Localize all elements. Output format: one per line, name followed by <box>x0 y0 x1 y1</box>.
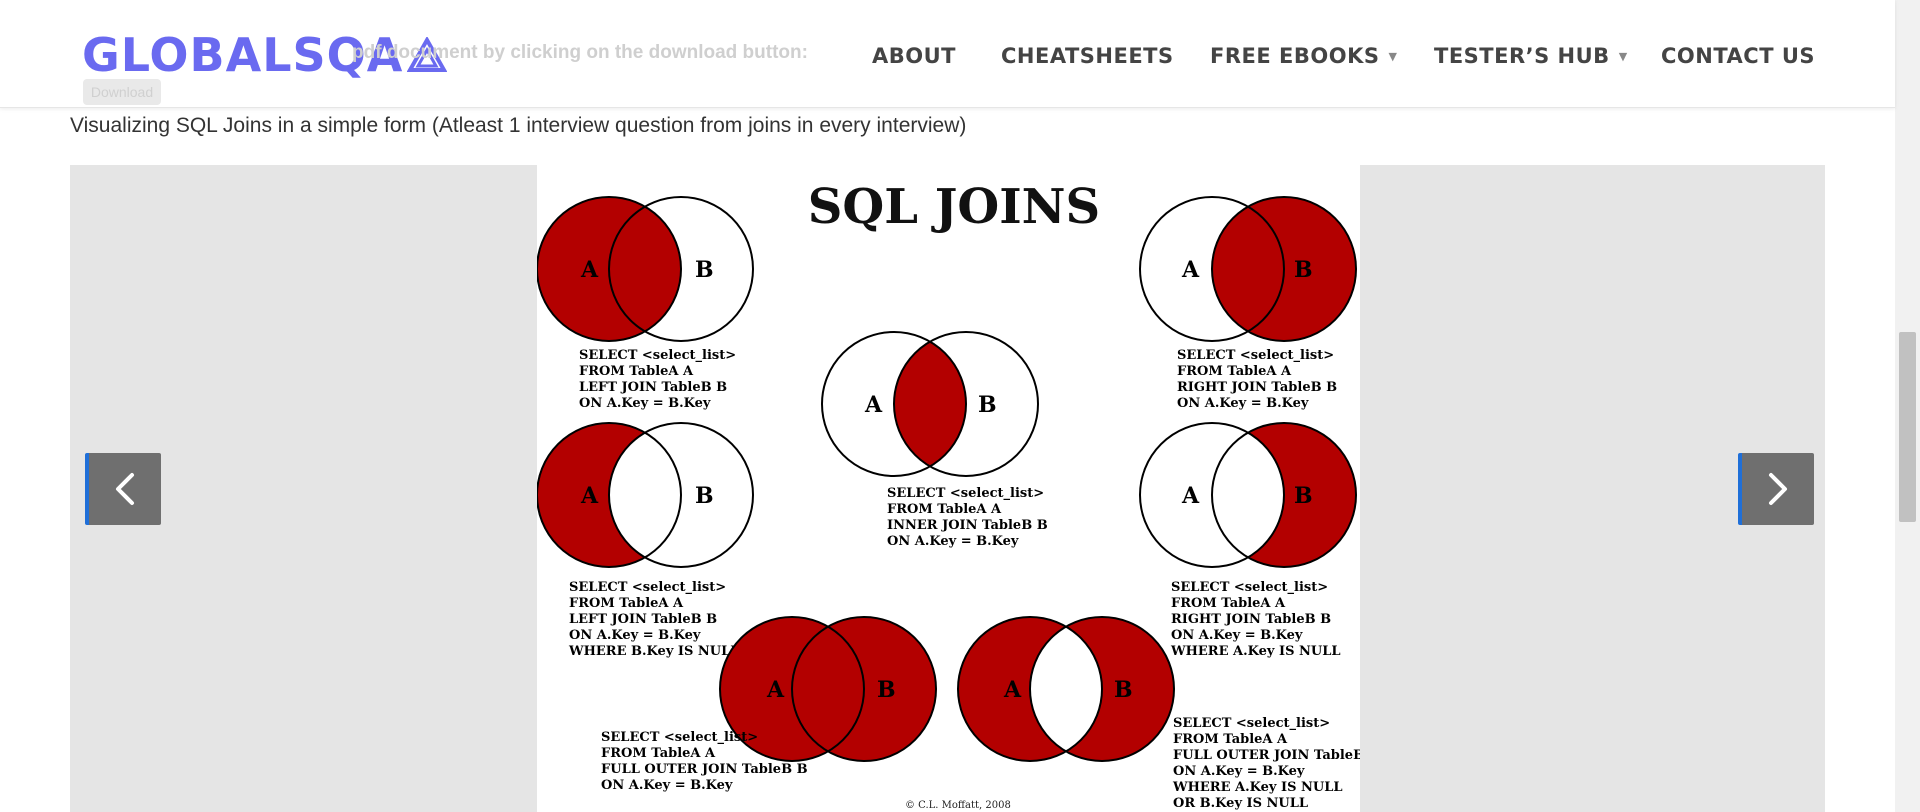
venn-left-join: A B <box>537 196 754 342</box>
svg-text:FROM TableA A: FROM TableA A <box>1177 364 1292 379</box>
sql-right-join: SELECT <select_list> FROM TableA A RIGHT… <box>1177 348 1337 411</box>
slider-prev-button[interactable] <box>85 453 161 525</box>
scrollbar-thumb[interactable] <box>1899 332 1916 522</box>
svg-text:WHERE B.Key IS NULL: WHERE B.Key IS NULL <box>568 644 739 659</box>
chevron-left-icon <box>116 473 134 505</box>
nav-cheatsheets[interactable]: CHEATSHEETS <box>1001 44 1174 68</box>
svg-text:FROM TableA A: FROM TableA A <box>887 502 1002 517</box>
sql-full-exclusive: SELECT <select_list> FROM TableA A FULL … <box>1172 716 1360 811</box>
svg-text:LEFT JOIN TableB B: LEFT JOIN TableB B <box>579 380 727 395</box>
nav-about-label: ABOUT <box>872 44 956 68</box>
venn-left-exclusive: A B <box>537 422 754 568</box>
svg-text:RIGHT JOIN TableB B: RIGHT JOIN TableB B <box>1177 380 1337 395</box>
svg-text:ON A.Key = B.Key: ON A.Key = B.Key <box>1177 396 1309 411</box>
svg-text:SELECT <select_list>: SELECT <select_list> <box>887 486 1044 501</box>
svg-text:SELECT <select_list>: SELECT <select_list> <box>1171 580 1328 595</box>
svg-text:OR B.Key IS NULL: OR B.Key IS NULL <box>1173 796 1308 811</box>
site-header: GLOBALSQA pdf document by clicking on th… <box>0 0 1895 108</box>
svg-text:FULL OUTER JOIN TableB B: FULL OUTER JOIN TableB B <box>601 762 808 777</box>
svg-text:A: A <box>1003 677 1022 703</box>
sql-left-exclusive: SELECT <select_list> FROM TableA A LEFT … <box>568 580 739 659</box>
page-scrollbar[interactable] <box>1895 0 1920 812</box>
nav-testers-hub[interactable]: TESTER’S HUB ▼ <box>1434 44 1628 68</box>
svg-text:FULL OUTER JOIN TableB B: FULL OUTER JOIN TableB B <box>1173 748 1360 763</box>
svg-text:B: B <box>695 257 714 283</box>
slider-next-button[interactable] <box>1738 453 1814 525</box>
svg-text:B: B <box>978 392 997 418</box>
svg-text:WHERE A.Key IS NULL: WHERE A.Key IS NULL <box>1172 780 1343 795</box>
venn-right-exclusive: A B <box>1139 422 1357 568</box>
svg-text:INNER JOIN TableB B: INNER JOIN TableB B <box>887 518 1048 533</box>
svg-text:ON A.Key = B.Key: ON A.Key = B.Key <box>569 628 701 643</box>
svg-text:B: B <box>1294 257 1313 283</box>
image-slider: SQL JOINS A B SELECT <select_list> FROM … <box>70 165 1825 812</box>
svg-text:FROM TableA A: FROM TableA A <box>579 364 694 379</box>
svg-text:SELECT <select_list>: SELECT <select_list> <box>1177 348 1334 363</box>
svg-text:ON A.Key = B.Key: ON A.Key = B.Key <box>887 534 1019 549</box>
svg-text:ON A.Key = B.Key: ON A.Key = B.Key <box>1171 628 1303 643</box>
diagram-title: SQL JOINS <box>808 179 1100 235</box>
intro-text: Visualizing SQL Joins in a simple form (… <box>70 114 967 137</box>
svg-text:A: A <box>580 257 599 283</box>
nav-testers-hub-label: TESTER’S HUB <box>1434 44 1610 68</box>
sql-joins-diagram: SQL JOINS A B SELECT <select_list> FROM … <box>537 165 1360 812</box>
svg-text:B: B <box>1294 483 1313 509</box>
sql-right-exclusive: SELECT <select_list> FROM TableA A RIGHT… <box>1170 580 1341 659</box>
sql-joins-svg: SQL JOINS A B SELECT <select_list> FROM … <box>537 179 1360 811</box>
nav-contact-us[interactable]: CONTACT US <box>1661 44 1815 68</box>
svg-text:A: A <box>1181 483 1200 509</box>
nav-free-ebooks-label: FREE EBOOKS <box>1210 44 1380 68</box>
svg-text:FROM TableA A: FROM TableA A <box>569 596 684 611</box>
svg-text:FROM TableA A: FROM TableA A <box>1173 732 1288 747</box>
venn-full-exclusive: A B <box>957 616 1175 762</box>
svg-text:WHERE A.Key IS NULL: WHERE A.Key IS NULL <box>1170 644 1341 659</box>
chevron-right-icon <box>1769 473 1787 505</box>
svg-text:FROM TableA A: FROM TableA A <box>1171 596 1286 611</box>
chevron-down-icon: ▼ <box>1388 49 1398 63</box>
svg-text:LEFT JOIN TableB B: LEFT JOIN TableB B <box>569 612 717 627</box>
svg-text:B: B <box>695 483 714 509</box>
svg-text:B: B <box>1114 677 1133 703</box>
nav-about[interactable]: ABOUT <box>872 44 956 68</box>
svg-text:SELECT <select_list>: SELECT <select_list> <box>569 580 726 595</box>
svg-text:SELECT <select_list>: SELECT <select_list> <box>601 730 758 745</box>
faded-download-button: Download <box>83 79 161 105</box>
svg-text:SELECT <select_list>: SELECT <select_list> <box>579 348 736 363</box>
venn-right-join: A B <box>1139 196 1357 342</box>
nav-free-ebooks[interactable]: FREE EBOOKS ▼ <box>1210 44 1397 68</box>
nav-cheatsheets-label: CHEATSHEETS <box>1001 44 1174 68</box>
svg-text:FROM TableA A: FROM TableA A <box>601 746 716 761</box>
svg-text:A: A <box>864 392 883 418</box>
venn-inner-join: A B <box>821 331 1039 477</box>
main-nav: ABOUT CHEATSHEETS FREE EBOOKS ▼ TESTER’S… <box>0 44 1895 68</box>
svg-text:A: A <box>580 483 599 509</box>
sql-inner-join: SELECT <select_list> FROM TableA A INNER… <box>887 486 1048 549</box>
nav-contact-us-label: CONTACT US <box>1661 44 1816 68</box>
svg-text:B: B <box>877 677 896 703</box>
svg-text:ON A.Key = B.Key: ON A.Key = B.Key <box>579 396 711 411</box>
svg-text:A: A <box>1181 257 1200 283</box>
svg-text:SELECT <select_list>: SELECT <select_list> <box>1173 716 1330 731</box>
svg-text:A: A <box>766 677 785 703</box>
svg-text:ON A.Key = B.Key: ON A.Key = B.Key <box>601 778 733 793</box>
diagram-copyright: © C.L. Moffatt, 2008 <box>905 800 1011 811</box>
svg-text:RIGHT JOIN TableB B: RIGHT JOIN TableB B <box>1171 612 1331 627</box>
svg-text:ON A.Key = B.Key: ON A.Key = B.Key <box>1173 764 1305 779</box>
chevron-down-icon: ▼ <box>1618 49 1628 63</box>
sql-left-join: SELECT <select_list> FROM TableA A LEFT … <box>579 348 736 411</box>
